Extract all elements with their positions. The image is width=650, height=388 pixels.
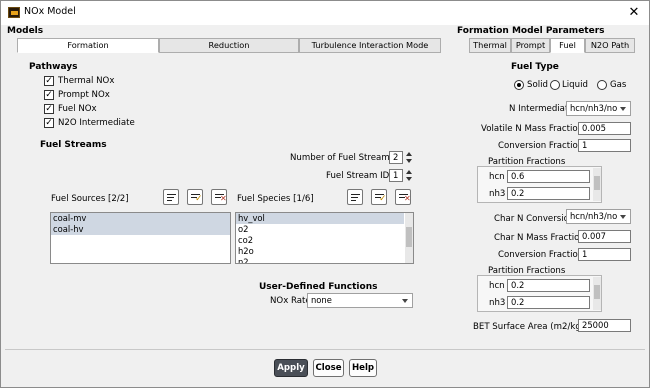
n-intermediate-label: N Intermediate xyxy=(509,104,574,114)
close-icon[interactable]: ✕ xyxy=(625,4,643,22)
prompt-nox-checkbox[interactable]: ✓ xyxy=(44,90,54,100)
prompt-nox-label: Prompt NOx xyxy=(58,90,110,100)
sources-deselect-icon[interactable]: ✕ xyxy=(211,189,227,205)
tab-turbulence-interaction-mode[interactable]: Turbulence Interaction Mode xyxy=(299,38,441,53)
list-item[interactable]: coal-hv xyxy=(51,224,230,235)
chevron-down-icon xyxy=(402,299,408,303)
species-select-all-icon[interactable] xyxy=(347,189,363,205)
bet-surface-area-label: BET Surface Area (m2/kg) xyxy=(473,322,585,332)
char-n-conversion-label: Char N Conversion xyxy=(494,214,575,224)
fuel-streams-header: Fuel Streams xyxy=(40,140,107,150)
nox-rate-dropdown[interactable]: none xyxy=(307,293,413,308)
volatile-n-label: Volatile N Mass Fraction xyxy=(481,124,584,134)
fuel-nox-label: Fuel NOx xyxy=(58,104,97,114)
help-button[interactable]: Help xyxy=(349,359,377,377)
fuel-sources-list[interactable]: coal-mv coal-hv xyxy=(50,212,231,264)
n2o-intermediate-label: N2O Intermediate xyxy=(58,118,135,128)
formation-params-header: Formation Model Parameters xyxy=(457,26,605,36)
partition-2-nh3-label: nh3 xyxy=(489,298,506,308)
partition-1-hcn-label: hcn xyxy=(489,172,505,182)
conversion-fraction-field-2[interactable]: 1 xyxy=(578,248,631,261)
partition-1-hcn-field[interactable]: 0.6 xyxy=(507,170,590,183)
chevron-down-icon xyxy=(620,107,626,111)
num-fuel-streams-field[interactable]: 2 xyxy=(389,151,403,164)
gas-label: Gas xyxy=(610,80,627,90)
solid-label: Solid xyxy=(527,80,548,90)
fuel-type-header: Fuel Type xyxy=(511,62,559,72)
tab-prompt[interactable]: Prompt xyxy=(511,38,550,53)
tab-thermal[interactable]: Thermal xyxy=(469,38,511,53)
pathways-header: Pathways xyxy=(29,62,78,72)
title-bar: NOx Model ✕ xyxy=(1,1,649,25)
conversion-fraction-field-1[interactable]: 1 xyxy=(578,139,631,152)
fuel-stream-id-field[interactable]: 1 xyxy=(389,169,403,182)
bet-surface-area-field[interactable]: 25000 xyxy=(578,319,631,332)
partition-1-nh3-label: nh3 xyxy=(489,189,506,199)
partition-2-nh3-field[interactable]: 0.2 xyxy=(507,296,590,309)
partition-fractions-box-2: hcn 0.2 nh3 0.2 xyxy=(477,275,602,312)
solid-radio[interactable] xyxy=(514,80,524,90)
list-item[interactable]: n2 xyxy=(236,257,413,263)
species-check-icon[interactable]: ✓ xyxy=(371,189,387,205)
partition-2-hcn-field[interactable]: 0.2 xyxy=(507,279,590,292)
close-button[interactable]: Close xyxy=(313,359,344,377)
models-header: Models xyxy=(7,26,44,36)
udf-header: User-Defined Functions xyxy=(259,282,378,292)
app-logo-icon xyxy=(8,7,20,18)
list-item[interactable]: h2o xyxy=(236,246,413,257)
fuel-species-label: Fuel Species [1/6] xyxy=(237,194,314,204)
bottom-separator xyxy=(5,349,645,350)
char-n-mass-fraction-field[interactable]: 0.007 xyxy=(578,230,631,243)
volatile-n-field[interactable]: 0.005 xyxy=(578,122,631,135)
nox-rate-value: none xyxy=(311,295,332,305)
conversion-fraction-label-1: Conversion Fraction xyxy=(498,141,584,151)
nox-rate-label: NOx Rate xyxy=(270,296,311,306)
tab-reduction[interactable]: Reduction xyxy=(159,38,299,53)
n-intermediate-dropdown[interactable]: hcn/nh3/no xyxy=(566,101,631,116)
chevron-down-icon xyxy=(620,215,626,219)
n-intermediate-value: hcn/nh3/no xyxy=(570,103,618,113)
conversion-fraction-label-2: Conversion Fraction xyxy=(498,250,584,260)
fuel-nox-checkbox[interactable]: ✓ xyxy=(44,104,54,114)
char-n-conversion-dropdown[interactable]: hcn/nh3/no xyxy=(566,209,631,224)
partition-2-hcn-label: hcn xyxy=(489,281,505,291)
partition-fractions-box-1: hcn 0.6 nh3 0.2 xyxy=(477,166,602,203)
tab-fuel[interactable]: Fuel xyxy=(550,38,585,53)
char-n-conversion-value: hcn/nh3/no xyxy=(570,211,618,221)
tab-formation[interactable]: Formation xyxy=(17,38,159,53)
partition-1-nh3-field[interactable]: 0.2 xyxy=(507,187,590,200)
fuel-species-list[interactable]: hv_vol o2 co2 h2o n2 xyxy=(235,212,414,264)
thermal-nox-checkbox[interactable]: ✓ xyxy=(44,76,54,86)
fuel-sources-label: Fuel Sources [2/2] xyxy=(51,194,129,204)
char-n-mass-fraction-label: Char N Mass Fraction xyxy=(494,233,585,243)
n2o-intermediate-checkbox[interactable]: ✓ xyxy=(44,118,54,128)
list-item[interactable]: hv_vol xyxy=(236,213,404,224)
liquid-radio[interactable] xyxy=(550,80,560,90)
nox-model-dialog: NOx Model ✕ Models Formation Reduction T… xyxy=(0,0,650,388)
liquid-label: Liquid xyxy=(562,80,588,90)
sources-select-all-icon[interactable] xyxy=(163,189,179,205)
list-item[interactable]: o2 xyxy=(236,224,413,235)
gas-radio[interactable] xyxy=(597,80,607,90)
apply-button[interactable]: Apply xyxy=(274,359,308,377)
list-item[interactable]: co2 xyxy=(236,235,413,246)
num-fuel-streams-spinner[interactable] xyxy=(404,151,414,165)
fuel-stream-id-spinner[interactable] xyxy=(404,169,414,183)
tab-n2o-path[interactable]: N2O Path xyxy=(585,38,635,53)
species-scrollbar[interactable] xyxy=(405,213,413,263)
window-title: NOx Model xyxy=(24,6,76,17)
partition-1-scrollbar[interactable] xyxy=(593,168,601,201)
partition-2-scrollbar[interactable] xyxy=(593,277,601,310)
list-item[interactable]: coal-mv xyxy=(51,213,230,224)
sources-check-icon[interactable]: ✓ xyxy=(187,189,203,205)
thermal-nox-label: Thermal NOx xyxy=(58,76,115,86)
species-deselect-icon[interactable]: ✕ xyxy=(395,189,411,205)
num-fuel-streams-label: Number of Fuel Streams xyxy=(290,153,395,163)
fuel-stream-id-label: Fuel Stream ID xyxy=(326,171,390,181)
